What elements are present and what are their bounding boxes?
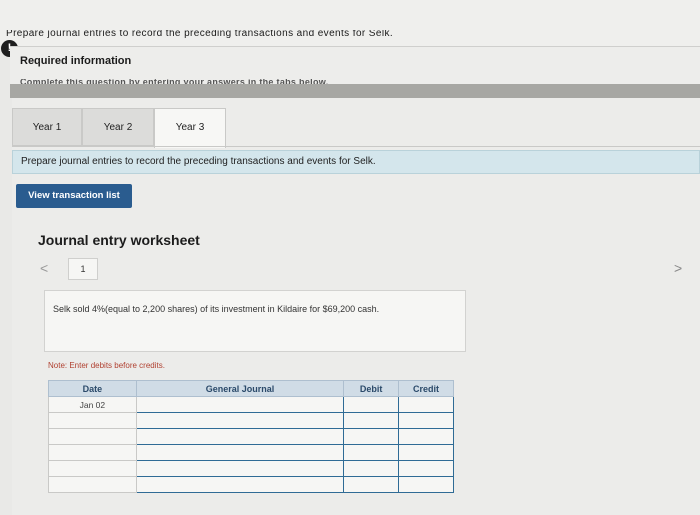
tab-year-3[interactable]: Year 3 [154, 108, 226, 148]
divider-bar [10, 84, 700, 98]
debit-input[interactable] [343, 412, 400, 429]
instruction-banner: Prepare journal entries to record the pr… [12, 150, 700, 174]
table-row [48, 428, 454, 445]
next-page-icon[interactable]: > [674, 260, 682, 276]
date-cell[interactable] [48, 476, 137, 493]
worksheet-title: Journal entry worksheet [38, 232, 200, 248]
prev-page-icon[interactable]: < [40, 260, 48, 276]
tab-year-2[interactable]: Year 2 [82, 108, 154, 146]
tab-divider [12, 146, 700, 147]
debit-input[interactable] [343, 460, 400, 477]
credit-input[interactable] [398, 396, 454, 413]
credit-input[interactable] [398, 412, 454, 429]
header-date: Date [48, 380, 137, 397]
tab-year-1[interactable]: Year 1 [12, 108, 82, 146]
page-tab-1[interactable]: 1 [68, 258, 98, 280]
entry-note: Note: Enter debits before credits. [48, 361, 165, 370]
date-cell[interactable] [48, 412, 137, 429]
table-row: Jan 02 [48, 396, 454, 413]
table-row [48, 444, 454, 461]
debit-input[interactable] [343, 444, 400, 461]
header-debit: Debit [343, 380, 400, 397]
account-input[interactable] [135, 428, 345, 445]
account-input[interactable] [135, 396, 345, 413]
credit-input[interactable] [398, 460, 454, 477]
account-input[interactable] [135, 476, 345, 493]
header-credit: Credit [398, 380, 454, 397]
header-general-journal: General Journal [135, 380, 345, 397]
table-row [48, 412, 454, 429]
table-row [48, 460, 454, 477]
date-cell[interactable] [48, 428, 137, 445]
debit-input[interactable] [343, 428, 400, 445]
transaction-description: Selk sold 4%(equal to 2,200 shares) of i… [44, 290, 466, 352]
required-info-title: Required information [20, 55, 132, 67]
account-input[interactable] [135, 412, 345, 429]
debit-input[interactable] [343, 396, 400, 413]
date-cell[interactable] [48, 460, 137, 477]
account-input[interactable] [135, 444, 345, 461]
table-row [48, 476, 454, 493]
journal-entry-table: Date General Journal Debit Credit Jan 02 [48, 380, 454, 493]
cutoff-header: Prepare journal entries to record the pr… [0, 0, 700, 46]
credit-input[interactable] [398, 428, 454, 445]
cutoff-instruction-text: Prepare journal entries to record the pr… [6, 30, 394, 38]
view-transaction-list-button[interactable]: View transaction list [16, 184, 132, 208]
journal-entry-worksheet: Journal entry worksheet < 1 > Selk sold … [26, 224, 690, 515]
date-cell[interactable]: Jan 02 [48, 396, 137, 413]
main-content: Year 1 Year 2 Year 3 Prepare journal ent… [12, 98, 700, 515]
credit-input[interactable] [398, 476, 454, 493]
date-cell[interactable] [48, 444, 137, 461]
account-input[interactable] [135, 460, 345, 477]
credit-input[interactable] [398, 444, 454, 461]
debit-input[interactable] [343, 476, 400, 493]
